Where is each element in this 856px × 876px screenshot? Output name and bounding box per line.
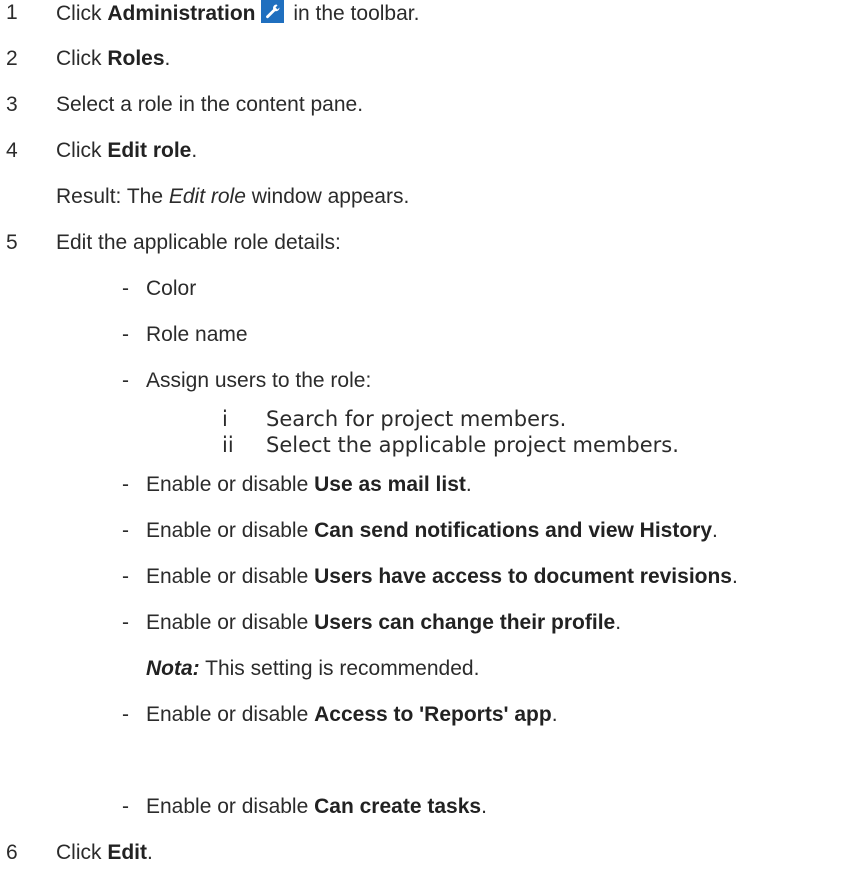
ui-label-administration: Administration	[107, 2, 256, 25]
step-number: 5	[6, 231, 18, 254]
wrench-icon	[260, 0, 284, 23]
ui-label-roles: Roles	[107, 47, 165, 70]
step-text: Click Edit.	[56, 841, 153, 864]
window-name: Edit role	[168, 185, 246, 208]
bullet-text: Enable or disable Can create tasks.	[146, 795, 487, 818]
note-label: Nota:	[146, 657, 200, 680]
step-number: 1	[6, 1, 18, 24]
step-number: 2	[6, 47, 18, 70]
ui-label-edit: Edit	[107, 841, 148, 864]
step-number: 4	[6, 139, 18, 162]
ui-label-edit-role: Edit role	[107, 139, 192, 162]
bullet-dash: -	[122, 795, 129, 818]
step-number: 6	[6, 841, 18, 864]
step-number: 3	[6, 93, 18, 116]
